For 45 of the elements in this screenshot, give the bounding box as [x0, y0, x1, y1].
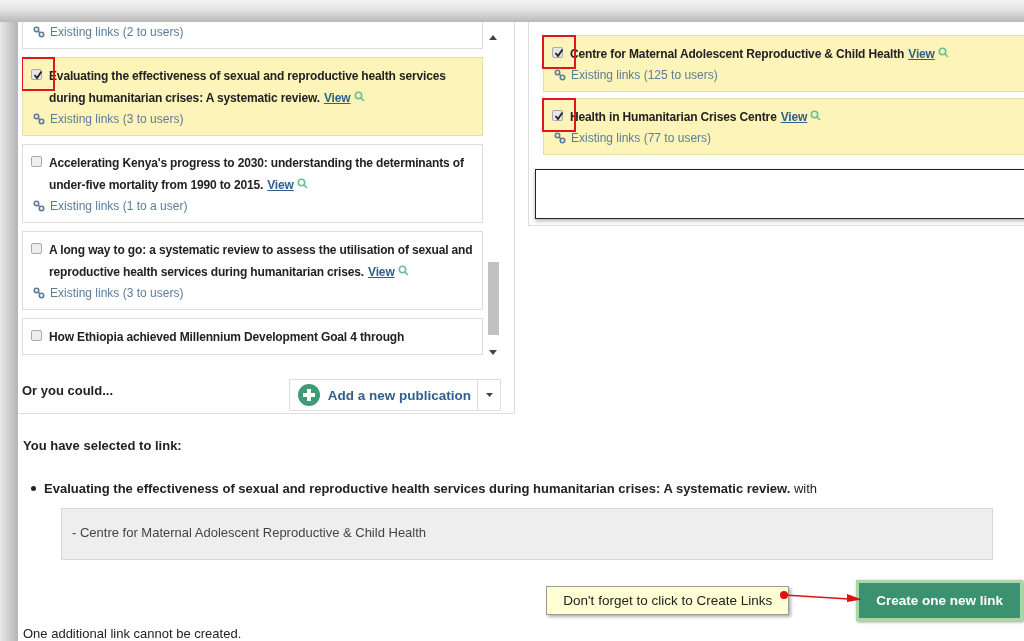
search-icon [810, 110, 822, 121]
bullet-icon [31, 486, 36, 491]
link-icon [554, 69, 566, 81]
item-title: A long way to go: a systematic review to assess the utilisation of sexual and reproductive health services during humanitarian crises. View [49, 242, 474, 281]
view-link[interactable]: View [323, 91, 351, 105]
link-icon [33, 287, 45, 299]
scroll-up-icon[interactable] [489, 35, 498, 40]
checkbox[interactable] [31, 243, 42, 254]
existing-links-link[interactable]: Existing links (125 to users) [571, 65, 718, 85]
link-icon [33, 200, 45, 212]
caret-icon [485, 393, 493, 397]
view-link[interactable]: View [368, 265, 395, 279]
checkbox[interactable] [31, 156, 42, 167]
target-item: - Centre for Maternal Adolescent Reproductive & Child Health [72, 525, 428, 540]
view-link[interactable]: View [267, 178, 294, 192]
item-title: How Ethiopia achieved Millennium Development Goal 4 through [49, 329, 406, 346]
search-icon [937, 47, 949, 58]
checkbox[interactable] [552, 47, 563, 58]
existing-links-link[interactable]: Existing links (1 to a user) [50, 196, 188, 216]
search-icon [353, 91, 365, 102]
link-icon [33, 26, 45, 38]
add-publication-button[interactable]: Add a new publication [288, 379, 501, 411]
search-icon [296, 178, 308, 189]
or-label: Or you could... [22, 383, 113, 398]
callout-note: Don't forget to click to Create Links [546, 586, 790, 615]
existing-links-link[interactable]: Existing links (77 to users) [571, 128, 712, 148]
existing-links-link[interactable]: Existing links (3 to users) [50, 283, 184, 303]
link-icon [33, 113, 45, 125]
checkbox[interactable] [31, 330, 42, 341]
status-message: One additional link cannot be created. [23, 626, 243, 641]
summary-heading: You have selected to link: [23, 438, 183, 453]
scrollbar-thumb[interactable] [488, 262, 500, 335]
selected-item: Evaluating the effectiveness of sexual and reproductive health services during humanitarian crises: A systematic review. with [44, 481, 818, 496]
create-link-button[interactable]: Create one new link [856, 580, 1023, 621]
scroll-down-icon[interactable] [489, 350, 498, 355]
view-link[interactable]: View [908, 47, 935, 61]
item-title: Accelerating Kenya's progress to 2030: understanding the determinants of under-five mortality from 1990 to 2015. View [49, 155, 465, 194]
checkbox[interactable] [552, 110, 563, 121]
checkbox[interactable] [31, 69, 42, 80]
search-icon [397, 265, 409, 276]
link-icon [554, 132, 566, 144]
view-link[interactable]: View [780, 110, 808, 124]
plus-icon [297, 384, 320, 406]
existing-links-link[interactable]: Existing links (3 to users) [50, 109, 184, 129]
input-field[interactable] [535, 169, 1024, 219]
